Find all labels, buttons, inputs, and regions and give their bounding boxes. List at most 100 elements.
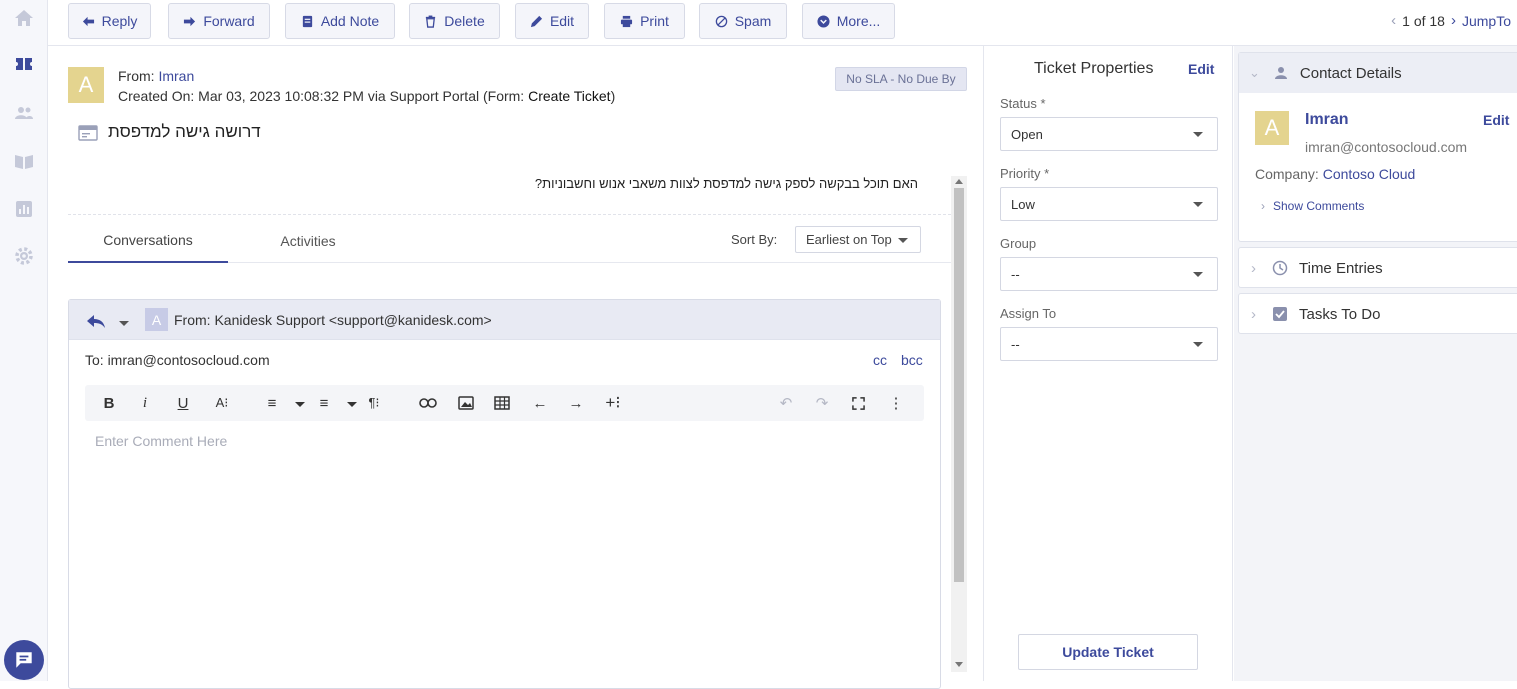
left-nav-rail [0,0,48,681]
contact-avatar: A [1255,111,1289,145]
prev-ticket-icon[interactable]: ‹ [1391,12,1396,29]
undo-icon[interactable]: ↶ [775,385,797,421]
edit-button[interactable]: Edit [515,3,589,39]
block-icon [715,15,727,27]
delete-button[interactable]: Delete [409,3,500,39]
properties-edit-link[interactable]: Edit [1188,61,1214,77]
agent-avatar: A [145,308,168,331]
unordered-list-chevron-icon[interactable] [347,402,357,407]
spam-button[interactable]: Spam [699,3,787,39]
home-icon[interactable] [12,6,36,30]
properties-title: Ticket Properties [1034,60,1154,77]
contact-side-panel: ⌄ Contact Details A Imran Edit imran@con… [1234,46,1517,681]
bold-icon[interactable]: B [99,385,119,421]
scrollbar-thumb[interactable] [954,188,964,582]
chevron-right-icon: › [1251,259,1256,277]
sort-select[interactable]: Earliest on Top [795,226,921,253]
print-button[interactable]: Print [604,3,685,39]
requester-link[interactable]: Imran [158,68,194,84]
ticket-properties-panel: Ticket Properties Edit Status * Open Pri… [983,46,1233,681]
italic-icon[interactable]: i [135,385,155,421]
contact-company: Company: Contoso Cloud [1255,166,1416,182]
ticket-subject: דרושה גישה למדפסת [108,122,261,141]
reply-to: To: imran@contosocloud.com [85,352,270,368]
reply-editor-box: A From: Kanidesk Support <support@kanide… [68,299,941,689]
show-comments-link[interactable]: › Show Comments [1261,199,1364,213]
tasks-header[interactable]: › Tasks To Do [1239,294,1517,334]
time-entries-card[interactable]: › Time Entries [1238,247,1517,288]
insert-more-icon[interactable]: +⁝ [601,385,625,421]
main-scrollbar[interactable] [951,176,967,672]
ticket-created-on: Created On: Mar 03, 2023 10:08:32 PM via… [118,88,616,104]
company-link[interactable]: Contoso Cloud [1323,166,1416,182]
knowledge-base-icon[interactable] [12,149,36,173]
image-icon[interactable] [455,385,477,421]
chat-icon[interactable] [4,640,44,680]
font-size-icon[interactable]: A⁝ [209,385,235,421]
status-select[interactable]: Open [1000,117,1218,151]
bcc-link[interactable]: bcc [901,352,923,368]
editor-toolbar: B i U A⁝ ≡ ≡ ¶⁝ ← → +⁝ ↶ ↷ ⋮ [85,385,924,421]
reply-mode-chevron-icon[interactable] [119,321,129,326]
status-label: Status * [1000,96,1046,111]
group-label: Group [1000,236,1037,251]
chevron-circle-icon [817,14,830,28]
tasks-card[interactable]: › Tasks To Do [1238,293,1517,334]
indent-arrow-icon[interactable]: → [565,385,587,421]
chevron-down-icon [898,238,908,243]
priority-label: Priority * [1000,166,1050,181]
scroll-down-icon[interactable] [955,662,963,667]
paragraph-icon[interactable]: ¶⁝ [363,385,385,421]
redo-icon[interactable]: ↷ [811,385,833,421]
settings-gear-icon[interactable] [12,244,36,268]
more-options-icon[interactable]: ⋮ [885,385,907,421]
checkbox-icon [1273,307,1287,321]
reply-from: From: Kanidesk Support <support@kanidesk… [174,312,492,328]
chevron-down-icon [1193,132,1203,137]
scroll-up-icon[interactable] [955,179,963,184]
clock-icon [1272,260,1288,276]
ordered-list-icon[interactable]: ≡ [261,385,283,421]
reply-button[interactable]: Reply [68,3,151,39]
tab-activities[interactable]: Activities [228,218,388,263]
group-select[interactable]: -- [1000,257,1218,291]
underline-icon[interactable]: U [173,385,193,421]
reply-mode-icon[interactable] [85,312,107,330]
link-icon[interactable] [417,385,439,421]
comment-input[interactable]: Enter Comment Here [95,433,227,449]
contact-edit-link[interactable]: Edit [1483,112,1509,128]
add-note-button[interactable]: Add Note [285,3,395,39]
next-ticket-icon[interactable]: › [1451,12,1456,29]
contact-email: imran@contosocloud.com [1305,139,1468,155]
ticket-body: האם תוכל בבקשה לספק גישה למדפסת לצוות מש… [534,176,918,191]
forward-button[interactable]: Forward [168,3,270,39]
ticket-pager: ‹ 1 of 18 › JumpTo [1391,12,1511,29]
jump-to-link[interactable]: JumpTo [1462,13,1511,29]
fullscreen-icon[interactable] [847,385,869,421]
ticket-main-pane: A From: Imran Created On: Mar 03, 2023 1… [48,46,983,689]
forward-icon [184,16,196,26]
ordered-list-chevron-icon[interactable] [295,402,305,407]
more-button[interactable]: More... [802,3,895,39]
sla-badge: No SLA - No Due By [835,67,967,91]
tab-conversations[interactable]: Conversations [68,218,228,263]
assign-to-select[interactable]: -- [1000,327,1218,361]
priority-select[interactable]: Low [1000,187,1218,221]
note-icon [302,15,312,27]
time-entries-header[interactable]: › Time Entries [1239,248,1517,288]
tickets-icon[interactable] [12,52,36,76]
assign-to-label: Assign To [1000,306,1057,321]
cc-link[interactable]: cc [873,352,887,368]
unordered-list-icon[interactable]: ≡ [313,385,335,421]
conversation-tabs: Conversations Activities Sort By: Earlie… [68,218,951,263]
update-ticket-button[interactable]: Update Ticket [1018,634,1198,670]
contacts-icon[interactable] [12,101,36,125]
table-icon[interactable] [491,385,513,421]
outdent-arrow-icon[interactable]: ← [529,385,551,421]
chevron-right-icon: › [1251,305,1256,323]
contact-name-link[interactable]: Imran [1305,111,1349,129]
contact-details-header[interactable]: ⌄ Contact Details [1239,53,1517,93]
contact-details-card: ⌄ Contact Details A Imran Edit imran@con… [1238,52,1517,242]
chevron-down-icon: ⌄ [1249,65,1260,80]
reports-icon[interactable] [12,197,36,221]
